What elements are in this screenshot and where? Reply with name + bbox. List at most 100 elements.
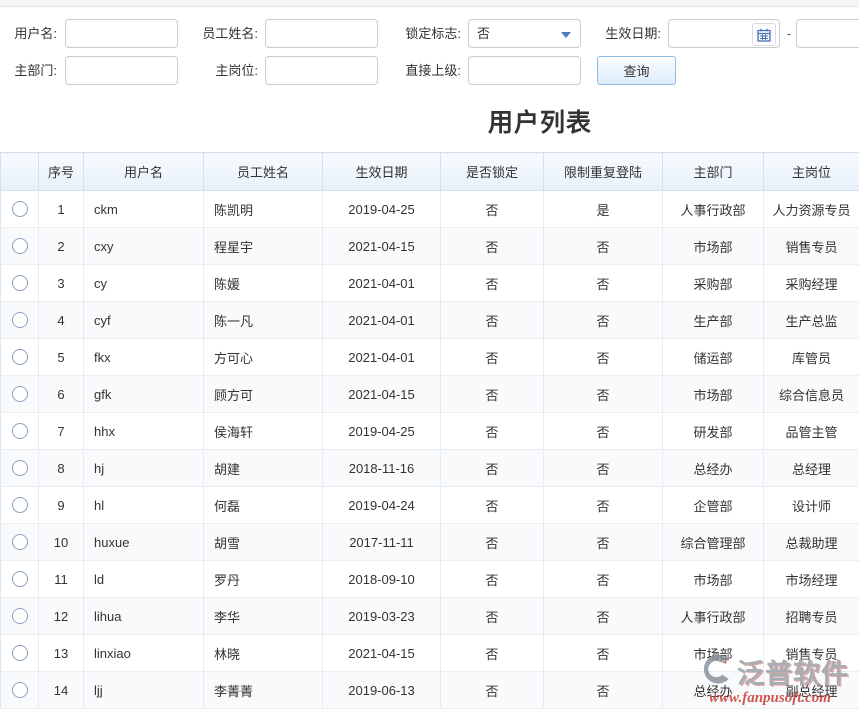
cell-position: 生产总监 (764, 302, 859, 339)
cell-username: lihua (84, 598, 204, 635)
row-radio-button[interactable] (12, 460, 28, 476)
cell-locked: 否 (441, 672, 544, 709)
cell-employee-name: 林晓 (204, 635, 323, 672)
effective-date-label: 生效日期: (585, 19, 661, 48)
cell-locked: 否 (441, 339, 544, 376)
cell-index: 9 (39, 487, 84, 524)
row-radio-button[interactable] (12, 571, 28, 587)
cell-department: 市场部 (663, 228, 764, 265)
cell-effective-date: 2019-04-25 (323, 191, 441, 228)
cell-department: 生产部 (663, 302, 764, 339)
cell-restrict-login: 是 (544, 191, 663, 228)
lock-flag-select[interactable]: 否 (468, 19, 581, 48)
cell-username: hl (84, 487, 204, 524)
cell-locked: 否 (441, 228, 544, 265)
cell-effective-date: 2019-06-13 (323, 672, 441, 709)
cell-employee-name: 陈凯明 (204, 191, 323, 228)
cell-department: 市场部 (663, 376, 764, 413)
direct-superior-input[interactable] (468, 56, 581, 85)
table-row[interactable]: 6 gfk 顾方可 2021-04-15 否 否 市场部 综合信息员 (1, 376, 859, 413)
table-row[interactable]: 13 linxiao 林晓 2021-04-15 否 否 市场部 销售专员 (1, 635, 859, 672)
lock-flag-label: 锁定标志: (385, 19, 461, 48)
cell-restrict-login: 否 (544, 524, 663, 561)
row-radio-button[interactable] (12, 275, 28, 291)
cell-locked: 否 (441, 413, 544, 450)
search-button[interactable]: 查询 (597, 56, 676, 85)
cell-department: 采购部 (663, 265, 764, 302)
chevron-down-icon (561, 32, 571, 38)
date-from-input[interactable] (668, 19, 780, 48)
row-radio-button[interactable] (12, 238, 28, 254)
cell-department: 人事行政部 (663, 191, 764, 228)
cell-effective-date: 2019-03-23 (323, 598, 441, 635)
cell-locked: 否 (441, 524, 544, 561)
table-row[interactable]: 10 huxue 胡雪 2017-11-11 否 否 综合管理部 总裁助理 (1, 524, 859, 561)
table-row[interactable]: 11 ld 罗丹 2018-09-10 否 否 市场部 市场经理 (1, 561, 859, 598)
table-row[interactable]: 3 cy 陈媛 2021-04-01 否 否 采购部 采购经理 (1, 265, 859, 302)
cell-index: 4 (39, 302, 84, 339)
direct-superior-label: 直接上级: (385, 56, 461, 85)
cell-username: gfk (84, 376, 204, 413)
table-row[interactable]: 2 cxy 程星宇 2021-04-15 否 否 市场部 销售专员 (1, 228, 859, 265)
cell-locked: 否 (441, 561, 544, 598)
row-radio-button[interactable] (12, 534, 28, 550)
cell-position: 库管员 (764, 339, 859, 376)
date-to-input[interactable] (796, 19, 859, 48)
table-row[interactable]: 7 hhx 侯海轩 2019-04-25 否 否 研发部 品管主管 (1, 413, 859, 450)
cell-restrict-login: 否 (544, 487, 663, 524)
cell-index: 1 (39, 191, 84, 228)
main-department-input[interactable] (65, 56, 178, 85)
cell-locked: 否 (441, 376, 544, 413)
cell-effective-date: 2019-04-25 (323, 413, 441, 450)
cell-index: 3 (39, 265, 84, 302)
user-table: 序号 用户名 员工姓名 生效日期 是否锁定 限制重复登陆 主部门 主岗位 1 c… (0, 152, 859, 709)
table-row[interactable]: 1 ckm 陈凯明 2019-04-25 否 是 人事行政部 人力资源专员 (1, 191, 859, 228)
cell-employee-name: 李华 (204, 598, 323, 635)
header-restrict-login: 限制重复登陆 (544, 153, 663, 191)
cell-restrict-login: 否 (544, 672, 663, 709)
cell-locked: 否 (441, 635, 544, 672)
cell-username: fkx (84, 339, 204, 376)
username-input[interactable] (65, 19, 178, 48)
main-position-input[interactable] (265, 56, 378, 85)
cell-employee-name: 罗丹 (204, 561, 323, 598)
cell-index: 10 (39, 524, 84, 561)
cell-effective-date: 2021-04-01 (323, 302, 441, 339)
cell-locked: 否 (441, 191, 544, 228)
header-position: 主岗位 (764, 153, 859, 191)
cell-username: linxiao (84, 635, 204, 672)
calendar-icon[interactable] (752, 23, 776, 46)
table-row[interactable]: 8 hj 胡建 2018-11-16 否 否 总经办 总经理 (1, 450, 859, 487)
row-radio-button[interactable] (12, 682, 28, 698)
cell-index: 12 (39, 598, 84, 635)
cell-effective-date: 2018-11-16 (323, 450, 441, 487)
row-radio-button[interactable] (12, 497, 28, 513)
cell-position: 销售专员 (764, 635, 859, 672)
cell-effective-date: 2021-04-01 (323, 265, 441, 302)
cell-username: cy (84, 265, 204, 302)
employee-name-input[interactable] (265, 19, 378, 48)
row-radio-button[interactable] (12, 645, 28, 661)
cell-employee-name: 胡建 (204, 450, 323, 487)
user-table-body: 1 ckm 陈凯明 2019-04-25 否 是 人事行政部 人力资源专员 2 … (1, 191, 859, 709)
cell-restrict-login: 否 (544, 228, 663, 265)
row-radio-button[interactable] (12, 386, 28, 402)
cell-username: hj (84, 450, 204, 487)
row-radio-button[interactable] (12, 608, 28, 624)
row-radio-button[interactable] (12, 349, 28, 365)
cell-index: 8 (39, 450, 84, 487)
cell-restrict-login: 否 (544, 413, 663, 450)
cell-restrict-login: 否 (544, 635, 663, 672)
table-row[interactable]: 9 hl 何磊 2019-04-24 否 否 企管部 设计师 (1, 487, 859, 524)
cell-username: cxy (84, 228, 204, 265)
username-label: 用户名: (6, 19, 57, 48)
table-row[interactable]: 12 lihua 李华 2019-03-23 否 否 人事行政部 招聘专员 (1, 598, 859, 635)
table-row[interactable]: 5 fkx 方可心 2021-04-01 否 否 储运部 库管员 (1, 339, 859, 376)
table-row[interactable]: 14 ljj 李菁菁 2019-06-13 否 否 总经办 副总经理 (1, 672, 859, 709)
row-radio-button[interactable] (12, 201, 28, 217)
row-radio-button[interactable] (12, 423, 28, 439)
cell-department: 市场部 (663, 561, 764, 598)
table-row[interactable]: 4 cyf 陈一凡 2021-04-01 否 否 生产部 生产总监 (1, 302, 859, 339)
row-radio-button[interactable] (12, 312, 28, 328)
header-employee-name: 员工姓名 (204, 153, 323, 191)
